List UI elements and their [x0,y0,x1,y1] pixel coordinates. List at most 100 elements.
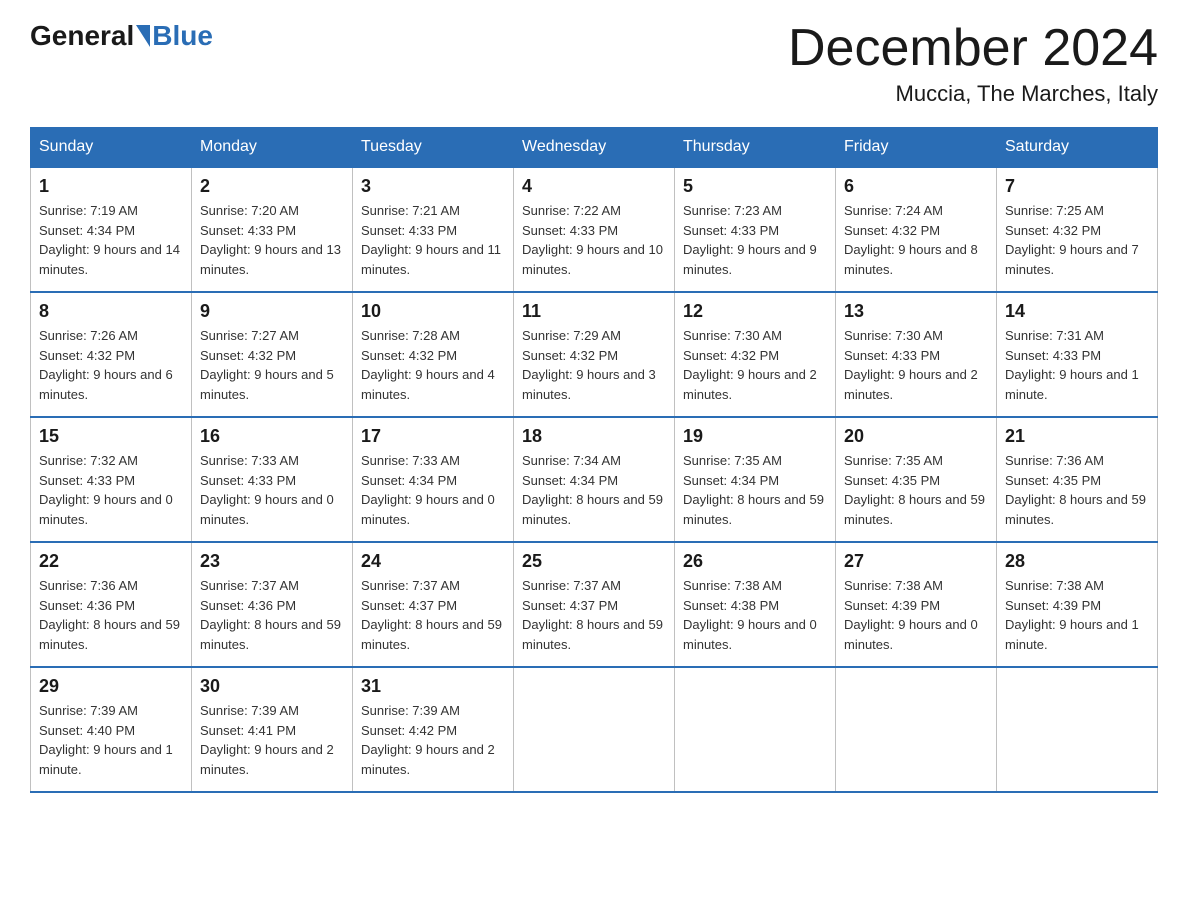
calendar-cell: 11 Sunrise: 7:29 AMSunset: 4:32 PMDayligh… [514,292,675,417]
day-info: Sunrise: 7:34 AMSunset: 4:34 PMDaylight:… [522,451,666,529]
day-number: 8 [39,301,183,322]
calendar-cell: 23 Sunrise: 7:37 AMSunset: 4:36 PMDayligh… [192,542,353,667]
day-info: Sunrise: 7:23 AMSunset: 4:33 PMDaylight:… [683,201,827,279]
day-info: Sunrise: 7:38 AMSunset: 4:39 PMDaylight:… [1005,576,1149,654]
calendar-cell [997,667,1158,792]
day-info: Sunrise: 7:37 AMSunset: 4:36 PMDaylight:… [200,576,344,654]
calendar-cell: 21 Sunrise: 7:36 AMSunset: 4:35 PMDayligh… [997,417,1158,542]
calendar-cell: 2 Sunrise: 7:20 AMSunset: 4:33 PMDaylight… [192,167,353,292]
day-number: 2 [200,176,344,197]
day-info: Sunrise: 7:38 AMSunset: 4:39 PMDaylight:… [844,576,988,654]
day-number: 12 [683,301,827,322]
day-info: Sunrise: 7:37 AMSunset: 4:37 PMDaylight:… [361,576,505,654]
day-number: 13 [844,301,988,322]
calendar-cell: 12 Sunrise: 7:30 AMSunset: 4:32 PMDayligh… [675,292,836,417]
calendar-cell: 5 Sunrise: 7:23 AMSunset: 4:33 PMDaylight… [675,167,836,292]
calendar-cell: 7 Sunrise: 7:25 AMSunset: 4:32 PMDaylight… [997,167,1158,292]
day-number: 15 [39,426,183,447]
day-info: Sunrise: 7:30 AMSunset: 4:32 PMDaylight:… [683,326,827,404]
weekday-header-monday: Monday [192,128,353,168]
calendar-cell: 22 Sunrise: 7:36 AMSunset: 4:36 PMDayligh… [31,542,192,667]
weekday-header-row: SundayMondayTuesdayWednesdayThursdayFrid… [31,128,1158,168]
day-info: Sunrise: 7:21 AMSunset: 4:33 PMDaylight:… [361,201,505,279]
day-number: 14 [1005,301,1149,322]
calendar-cell: 31Sunrise: 7:39 AMSunset: 4:42 PMDayligh… [353,667,514,792]
day-info: Sunrise: 7:28 AMSunset: 4:32 PMDaylight:… [361,326,505,404]
day-info: Sunrise: 7:29 AMSunset: 4:32 PMDaylight:… [522,326,666,404]
calendar-cell: 3 Sunrise: 7:21 AMSunset: 4:33 PMDaylight… [353,167,514,292]
calendar-week-row: 22 Sunrise: 7:36 AMSunset: 4:36 PMDayligh… [31,542,1158,667]
day-number: 4 [522,176,666,197]
logo-area: General Blue [30,20,213,52]
calendar-cell: 27 Sunrise: 7:38 AMSunset: 4:39 PMDayligh… [836,542,997,667]
day-number: 1 [39,176,183,197]
day-number: 23 [200,551,344,572]
day-number: 16 [200,426,344,447]
calendar-cell: 16 Sunrise: 7:33 AMSunset: 4:33 PMDayligh… [192,417,353,542]
calendar-week-row: 8 Sunrise: 7:26 AMSunset: 4:32 PMDaylight… [31,292,1158,417]
weekday-header-wednesday: Wednesday [514,128,675,168]
logo-triangle-icon [136,25,150,47]
calendar-cell: 19Sunrise: 7:35 AMSunset: 4:34 PMDayligh… [675,417,836,542]
calendar-table: SundayMondayTuesdayWednesdayThursdayFrid… [30,127,1158,793]
day-number: 24 [361,551,505,572]
logo-blue-text: Blue [152,20,213,52]
weekday-header-saturday: Saturday [997,128,1158,168]
calendar-cell [675,667,836,792]
calendar-week-row: 1 Sunrise: 7:19 AMSunset: 4:34 PMDaylight… [31,167,1158,292]
day-info: Sunrise: 7:35 AMSunset: 4:34 PMDaylight:… [683,451,827,529]
calendar-cell [514,667,675,792]
day-number: 9 [200,301,344,322]
logo-general-text: General [30,20,134,52]
page-header: General Blue December 2024 Muccia, The M… [30,20,1158,107]
month-title: December 2024 [788,20,1158,77]
day-info: Sunrise: 7:20 AMSunset: 4:33 PMDaylight:… [200,201,344,279]
day-number: 10 [361,301,505,322]
day-number: 27 [844,551,988,572]
day-info: Sunrise: 7:38 AMSunset: 4:38 PMDaylight:… [683,576,827,654]
weekday-header-sunday: Sunday [31,128,192,168]
day-number: 3 [361,176,505,197]
day-info: Sunrise: 7:25 AMSunset: 4:32 PMDaylight:… [1005,201,1149,279]
day-number: 5 [683,176,827,197]
day-info: Sunrise: 7:27 AMSunset: 4:32 PMDaylight:… [200,326,344,404]
day-info: Sunrise: 7:36 AMSunset: 4:35 PMDaylight:… [1005,451,1149,529]
calendar-cell: 8 Sunrise: 7:26 AMSunset: 4:32 PMDaylight… [31,292,192,417]
weekday-header-friday: Friday [836,128,997,168]
day-info: Sunrise: 7:36 AMSunset: 4:36 PMDaylight:… [39,576,183,654]
calendar-cell [836,667,997,792]
day-number: 11 [522,301,666,322]
calendar-cell: 25Sunrise: 7:37 AMSunset: 4:37 PMDayligh… [514,542,675,667]
location-title: Muccia, The Marches, Italy [788,81,1158,107]
day-number: 28 [1005,551,1149,572]
calendar-body: 1 Sunrise: 7:19 AMSunset: 4:34 PMDaylight… [31,167,1158,792]
calendar-cell: 20Sunrise: 7:35 AMSunset: 4:35 PMDayligh… [836,417,997,542]
day-number: 7 [1005,176,1149,197]
calendar-cell: 9 Sunrise: 7:27 AMSunset: 4:32 PMDaylight… [192,292,353,417]
calendar-cell: 28 Sunrise: 7:38 AMSunset: 4:39 PMDayligh… [997,542,1158,667]
calendar-header: SundayMondayTuesdayWednesdayThursdayFrid… [31,128,1158,168]
calendar-cell: 29Sunrise: 7:39 AMSunset: 4:40 PMDayligh… [31,667,192,792]
day-number: 29 [39,676,183,697]
day-info: Sunrise: 7:39 AMSunset: 4:41 PMDaylight:… [200,701,344,779]
day-info: Sunrise: 7:26 AMSunset: 4:32 PMDaylight:… [39,326,183,404]
day-info: Sunrise: 7:33 AMSunset: 4:33 PMDaylight:… [200,451,344,529]
day-number: 22 [39,551,183,572]
day-number: 30 [200,676,344,697]
day-info: Sunrise: 7:39 AMSunset: 4:42 PMDaylight:… [361,701,505,779]
calendar-cell: 30 Sunrise: 7:39 AMSunset: 4:41 PMDayligh… [192,667,353,792]
day-number: 21 [1005,426,1149,447]
day-number: 25 [522,551,666,572]
day-info: Sunrise: 7:32 AMSunset: 4:33 PMDaylight:… [39,451,183,529]
day-number: 26 [683,551,827,572]
day-number: 20 [844,426,988,447]
calendar-cell: 26 Sunrise: 7:38 AMSunset: 4:38 PMDayligh… [675,542,836,667]
calendar-cell: 1 Sunrise: 7:19 AMSunset: 4:34 PMDaylight… [31,167,192,292]
calendar-week-row: 15 Sunrise: 7:32 AMSunset: 4:33 PMDayligh… [31,417,1158,542]
calendar-cell: 6Sunrise: 7:24 AMSunset: 4:32 PMDaylight… [836,167,997,292]
day-info: Sunrise: 7:19 AMSunset: 4:34 PMDaylight:… [39,201,183,279]
day-number: 6 [844,176,988,197]
calendar-cell: 17Sunrise: 7:33 AMSunset: 4:34 PMDayligh… [353,417,514,542]
calendar-cell: 13Sunrise: 7:30 AMSunset: 4:33 PMDayligh… [836,292,997,417]
calendar-cell: 24 Sunrise: 7:37 AMSunset: 4:37 PMDayligh… [353,542,514,667]
